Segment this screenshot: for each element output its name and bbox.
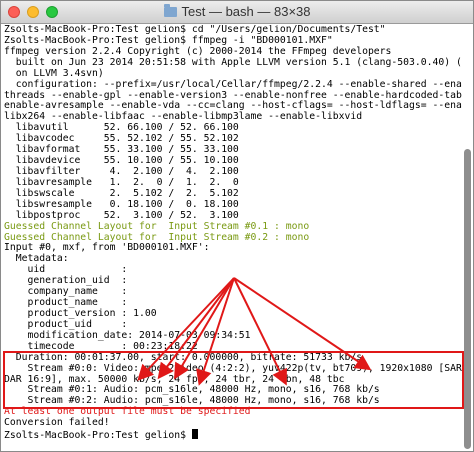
folder-icon	[163, 4, 177, 17]
terminal-line: Stream #0:0: Video: mpeg2video (4:2:2), …	[4, 362, 462, 374]
terminal-line: on LLVM 3.4svn)	[4, 67, 104, 79]
terminal-line: Guessed Channel Layout for Input Stream …	[4, 220, 310, 232]
terminal-line: libpostproc 52. 3.100 / 52. 3.100	[4, 209, 239, 221]
cursor	[191, 429, 198, 440]
terminal-line: configuration: --prefix=/usr/local/Cella…	[4, 78, 462, 90]
terminal-line: Duration: 00:01:37.00, start: 0.000000, …	[4, 351, 363, 363]
terminal-line: Input #0, mxf, from 'BD000101.MXF':	[4, 242, 210, 254]
scrollbar[interactable]	[462, 25, 471, 449]
title-bar[interactable]: Test — bash — 83×38	[1, 1, 473, 24]
scrollbar-thumb[interactable]	[464, 149, 471, 449]
terminal-window: Test — bash — 83×38 Zsolts-MacBook-Pro:T…	[0, 0, 474, 452]
terminal-line: Conversion failed!	[4, 417, 110, 429]
terminal-line: Zsolts-MacBook-Pro:Test gelion$	[4, 429, 462, 441]
window-title: Test — bash — 83×38	[1, 4, 473, 19]
terminal-output[interactable]: Zsolts-MacBook-Pro:Test gelion$ cd "/Use…	[4, 25, 462, 449]
window-title-text: Test — bash — 83×38	[181, 4, 311, 19]
